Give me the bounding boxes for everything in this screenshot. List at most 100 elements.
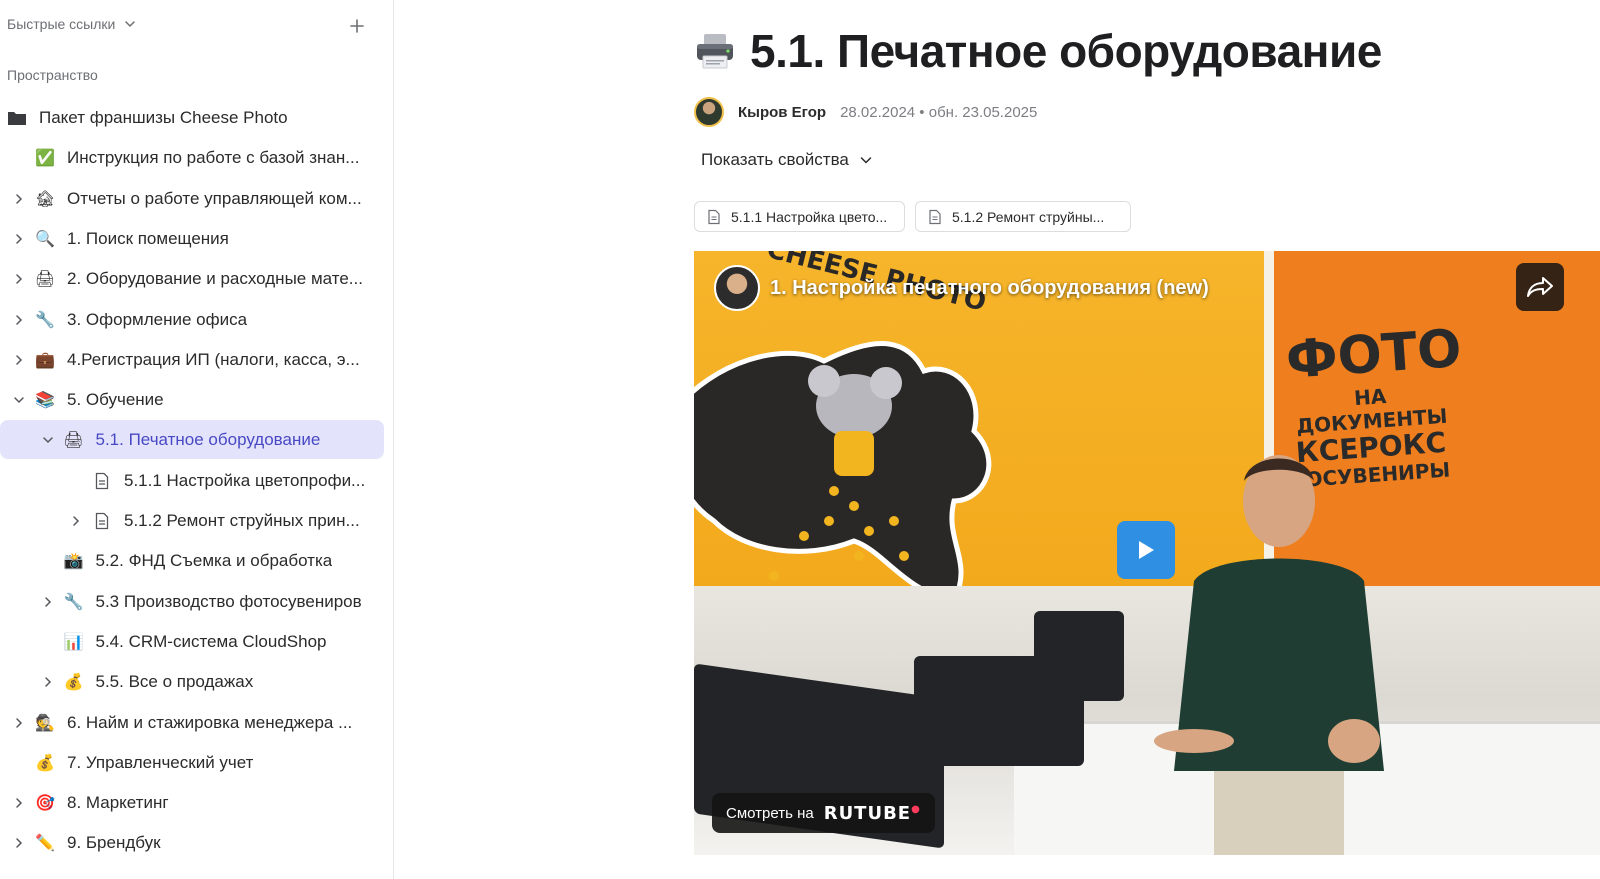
chevron-right-icon[interactable] — [11, 312, 27, 328]
sidebar-item-label: 5.5. Все о продажах — [95, 672, 254, 692]
chevron-right-icon[interactable] — [11, 795, 27, 811]
sidebar-item[interactable]: ✏️ 9. Брендбук — [0, 823, 394, 864]
sidebar-item[interactable]: ✅ Инструкция по работе с базой знан... — [0, 138, 394, 179]
briefcase-icon: 💼 — [35, 351, 55, 369]
sidebar-item[interactable]: 5.1.2 Ремонт струйных прин... — [0, 501, 394, 542]
play-icon — [1139, 541, 1154, 559]
sidebar-item[interactable]: 🖨 2. Оборудование и расходные мате... — [0, 259, 394, 300]
chevron-right-icon[interactable] — [68, 513, 84, 529]
sidebar-item[interactable]: 5.1.1 Настройка цветопрофи... — [0, 461, 394, 502]
chevron-right-icon[interactable] — [11, 231, 27, 247]
sidebar-item[interactable]: 🔍 1. Поиск помещения — [0, 219, 394, 260]
sidebar-item[interactable]: 🎯 8. Маркетинг — [0, 783, 394, 824]
author-row: Кыров Егор 28.02.2024 • обн. 23.05.2025 — [694, 97, 1037, 127]
sidebar-item[interactable]: 📚 5. Обучение — [0, 380, 394, 421]
sidebar-item-label: 5.3 Производство фотосувениров — [95, 591, 362, 611]
sidebar-item-label: Пакет франшизы Cheese Photo — [39, 108, 288, 127]
add-quick-link-button[interactable] — [345, 14, 369, 38]
sidebar-item[interactable]: 💼 4.Регистрация ИП (налоги, касса, э... — [0, 340, 394, 381]
printer-shape — [1034, 611, 1124, 701]
folder-icon — [6, 107, 28, 129]
sidebar-item-label: 4.Регистрация ИП (налоги, касса, э... — [67, 349, 360, 369]
share-arrow-icon — [1527, 277, 1553, 297]
watch-on-label: Смотреть на — [726, 804, 814, 822]
rutube-logo: RUTUBE● — [823, 802, 921, 824]
sidebar-item[interactable]: 🕵 6. Найм и стажировка менеджера ... — [0, 703, 394, 744]
document-icon — [929, 209, 941, 224]
money-bag-icon: 💰 — [63, 674, 84, 692]
show-properties-label: Показать свойства — [701, 150, 849, 169]
author-name[interactable]: Кыров Егор — [738, 104, 826, 121]
sidebar-item-label: 6. Найм и стажировка менеджера ... — [67, 712, 353, 732]
video-embed[interactable]: CHEESE PHOTO ФОТО НА ДОКУМЕНТЫ КСЕРОКС Т… — [694, 251, 1600, 855]
chevron-down-icon[interactable] — [11, 392, 27, 408]
check-icon: ✅ — [35, 150, 55, 168]
chevron-down-icon — [860, 157, 872, 164]
sidebar-item[interactable]: 🏚 Отчеты о работе управляющей ком... — [0, 179, 394, 220]
document-icon — [91, 470, 113, 492]
target-icon: 🎯 — [35, 795, 55, 813]
chevron-down-icon — [125, 21, 136, 28]
page-header: 5.1. Печатное оборудование — [694, 24, 1382, 78]
share-button[interactable] — [1516, 263, 1564, 311]
presenter-figure — [1154, 455, 1384, 855]
sidebar-item[interactable]: 🖨 5.1. Печатное оборудование — [0, 420, 394, 461]
chevron-right-icon[interactable] — [11, 835, 27, 851]
channel-avatar[interactable] — [714, 265, 760, 311]
video-title[interactable]: 1. Настройка печатного оборудования (new… — [770, 277, 1209, 300]
sidebar-item[interactable]: 🔧 3. Оформление офиса — [0, 300, 394, 341]
sidebar-item-label: Отчеты о работе управляющей ком... — [67, 188, 362, 208]
sidebar-item[interactable]: Пакет франшизы Cheese Photo — [0, 98, 394, 139]
sidebar-item[interactable]: 📊 5.4. CRM-система CloudShop — [0, 622, 394, 663]
main-content: 5.1. Печатное оборудование Кыров Егор 28… — [395, 0, 1600, 879]
quick-links-label: Быстрые ссылки — [7, 16, 116, 32]
sidebar-item-label: 5.1.1 Настройка цветопрофи... — [124, 470, 366, 490]
money-bag-icon: 💰 — [35, 754, 55, 772]
chevron-right-icon[interactable] — [11, 715, 27, 731]
sidebar-item-label: 5. Обучение — [67, 390, 164, 410]
sidebar-item-label: 8. Маркетинг — [67, 793, 169, 813]
subpage-chip-5-1-2[interactable]: 5.1.2 Ремонт струйны... — [915, 201, 1131, 232]
magnifier-icon: 🔍 — [35, 230, 55, 248]
sidebar-item-label: 1. Поиск помещения — [67, 228, 229, 248]
sidebar-item-label: 7. Управленческий учет — [67, 752, 254, 772]
page-dates: 28.02.2024 • обн. 23.05.2025 — [840, 103, 1038, 121]
sidebar: Быстрые ссылки Пространство Пакет франши… — [0, 0, 394, 879]
printer-icon: 🖨 — [63, 432, 84, 450]
sidebar-item[interactable]: 💰 7. Управленческий учет — [0, 743, 394, 784]
subpage-chip-label: 5.1.2 Ремонт струйны... — [952, 208, 1105, 225]
bar-chart-icon: 📊 — [63, 633, 84, 651]
document-icon — [91, 510, 113, 532]
chevron-right-icon[interactable] — [11, 352, 27, 368]
show-properties-toggle[interactable]: Показать свойства — [701, 150, 873, 170]
sidebar-item-label: 5.1.2 Ремонт струйных прин... — [124, 511, 360, 530]
avatar[interactable] — [694, 97, 724, 127]
chevron-right-icon[interactable] — [40, 594, 56, 610]
chevron-right-icon[interactable] — [40, 674, 56, 690]
sidebar-item[interactable]: 🔧 5.3 Производство фотосувениров — [0, 582, 394, 623]
sidebar-item-label: 3. Оформление офиса — [67, 309, 248, 329]
document-icon — [708, 209, 720, 224]
chevron-down-icon[interactable] — [40, 432, 56, 448]
quick-links-toggle[interactable]: Быстрые ссылки — [7, 16, 137, 32]
detective-icon: 🕵 — [35, 714, 55, 732]
wrench-icon: 🔧 — [63, 593, 84, 611]
subpage-chips: 5.1.1 Настройка цвето... 5.1.2 Ремонт ст… — [694, 201, 1131, 232]
sidebar-item[interactable]: 📸 5.2. ФНД Съемка и обработка — [0, 541, 394, 582]
play-button[interactable] — [1117, 521, 1175, 579]
sidebar-item[interactable]: 💰 5.5. Все о продажах — [0, 662, 394, 703]
house-icon: 🏚 — [34, 190, 56, 208]
sidebar-item-label: 5.2. ФНД Съемка и обработка — [95, 551, 333, 571]
wrench-icon: 🔧 — [35, 311, 55, 329]
subpage-chip-label: 5.1.1 Настройка цвето... — [731, 208, 888, 225]
chevron-right-icon[interactable] — [11, 271, 27, 287]
camera-icon: 📸 — [63, 553, 84, 571]
page-title: 5.1. Печатное оборудование — [750, 25, 1382, 77]
printer-icon: 🖨 — [34, 271, 56, 289]
chevron-right-icon[interactable] — [11, 191, 27, 207]
plus-icon — [350, 19, 364, 33]
russia-map-illustration — [694, 341, 992, 604]
subpage-chip-5-1-1[interactable]: 5.1.1 Настройка цвето... — [694, 201, 905, 232]
sidebar-item-label: Инструкция по работе с базой знан... — [67, 148, 360, 168]
watch-on-rutube-button[interactable]: Смотреть на RUTUBE● — [712, 793, 935, 833]
